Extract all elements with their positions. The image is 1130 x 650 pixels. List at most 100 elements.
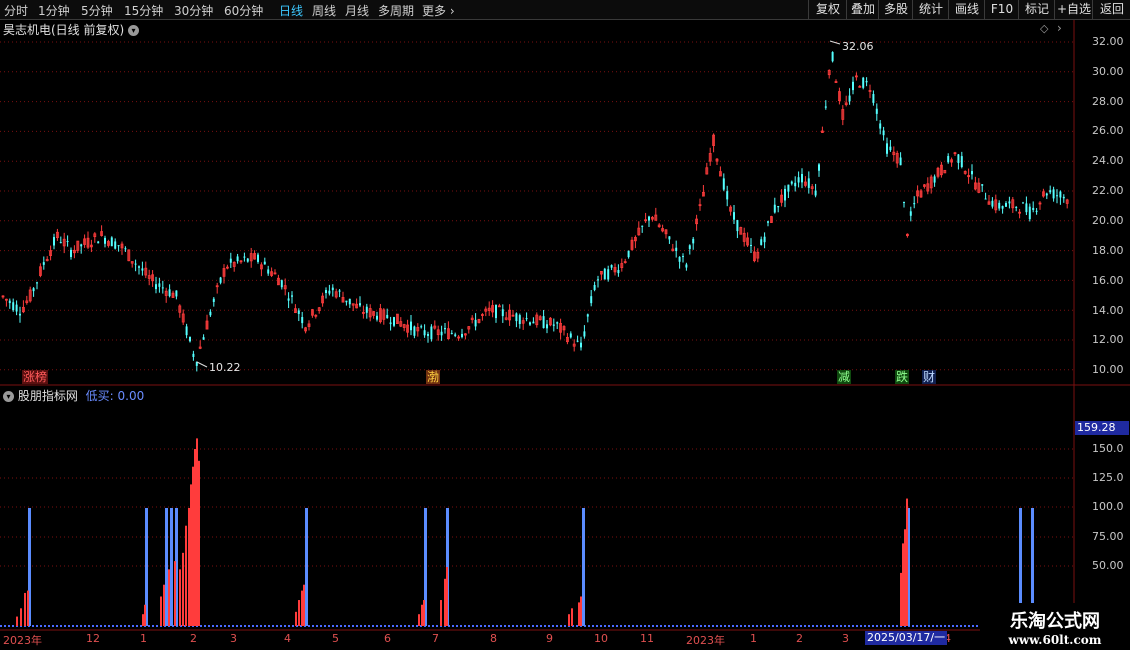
y-tick: 100.0	[1092, 500, 1124, 513]
candle-body-down	[389, 322, 392, 325]
candle-body-down	[189, 336, 191, 342]
chevron-down-icon[interactable]: ▾	[3, 391, 14, 402]
candle-body-down	[750, 244, 752, 246]
candle-body-down	[1028, 206, 1031, 220]
candle-body-down	[1045, 193, 1048, 196]
indicator-red-bar	[198, 460, 200, 626]
x-tick: 2	[190, 632, 197, 645]
y-tick: 22.00	[1092, 184, 1124, 197]
candle-body-down	[627, 250, 630, 258]
indicator-red-bar	[568, 614, 570, 626]
candle-body-down	[291, 295, 293, 297]
candle-body-down	[763, 236, 766, 243]
indicator-red-bar	[192, 466, 194, 626]
candle-body-down	[376, 315, 378, 320]
candle-body-down	[603, 268, 606, 280]
candle-body-down	[957, 154, 960, 163]
y-tick: 32.00	[1092, 35, 1124, 48]
chart-canvas: 32.06 10.22	[0, 20, 1130, 631]
candle-body-down	[158, 283, 161, 287]
candle-body-down	[338, 290, 341, 292]
candle-body-down	[1056, 195, 1058, 197]
y-tick: 26.00	[1092, 124, 1124, 137]
candle-body-down	[685, 264, 688, 268]
candle-body-down	[297, 310, 300, 314]
candle-body-down	[117, 245, 120, 247]
candle-body-down	[267, 269, 270, 274]
candle-body-down	[110, 237, 113, 247]
candle-body-down	[971, 171, 973, 175]
candle-body-down	[736, 220, 739, 232]
candle-body-down	[576, 340, 579, 342]
candle-body-down	[882, 130, 885, 136]
candle-body-down	[32, 288, 35, 292]
candle-body-down	[525, 318, 528, 320]
candle-body-down	[1052, 189, 1055, 199]
candle-body-down	[124, 248, 127, 250]
y-tick: 30.00	[1092, 65, 1124, 78]
candle-body-down	[301, 317, 304, 324]
candle-body-down	[580, 342, 582, 348]
event-tag-finance[interactable]: 财	[922, 370, 937, 384]
x-tick: 2023年	[3, 634, 42, 647]
x-tick: 8	[490, 632, 497, 645]
x-tick: 1	[750, 632, 757, 645]
indicator-value-label: 低买: 0.00	[85, 389, 145, 403]
indicator-red-bar	[185, 525, 187, 626]
candle-body-down	[848, 95, 851, 102]
candle-body-down	[794, 182, 797, 187]
candle-body-down	[597, 279, 599, 281]
indicator-red-bar	[163, 584, 165, 626]
signal-bar	[170, 508, 173, 626]
event-tag-reduce[interactable]: 减	[837, 370, 852, 384]
x-tick: 10	[594, 632, 608, 645]
x-tick: 9	[546, 632, 553, 645]
candle-body-down	[114, 241, 117, 249]
candle-body-down	[909, 211, 912, 216]
candle-body-down	[899, 157, 902, 166]
candle-body-down	[1025, 203, 1028, 213]
indicator-red-bar	[904, 529, 906, 626]
candle-body-down	[784, 188, 786, 201]
candle-body-down	[607, 269, 610, 280]
candle-body-down	[692, 238, 695, 244]
x-tick: 4	[284, 632, 291, 645]
watermark-url: www.60lt.com	[1008, 633, 1102, 647]
indicator-header: ▾ 股朋指标网 低买: 0.00	[3, 387, 144, 404]
candle-body-down	[760, 239, 763, 245]
candle-body-down	[155, 284, 157, 290]
indicator-name: 股朋指标网	[17, 389, 78, 403]
candle-body-down	[19, 313, 21, 316]
candle-body-down	[807, 178, 810, 188]
candle-body-down	[583, 331, 586, 337]
event-tag-bo[interactable]: 渤	[426, 370, 441, 384]
candle-body-down	[641, 225, 644, 227]
candle-body-down	[569, 333, 572, 338]
candle-body-down	[168, 289, 171, 297]
candle-body-down	[831, 52, 834, 62]
x-tick: 1	[140, 632, 147, 645]
candle-body-down	[202, 337, 205, 340]
x-tick: 11	[640, 632, 654, 645]
candle-body-down	[913, 203, 916, 205]
low-label: 10.22	[209, 361, 241, 374]
indicator-red-bar	[182, 552, 184, 626]
candle-body-down	[1049, 190, 1052, 193]
candle-body-down	[787, 184, 790, 192]
candle-body-down	[420, 326, 423, 328]
event-tag-fall[interactable]: 跌	[895, 370, 910, 384]
candle-body-down	[229, 258, 232, 263]
candle-body-down	[590, 296, 593, 304]
candle-body-down	[36, 282, 38, 284]
candle-body-down	[287, 298, 290, 301]
candle-body-down	[1032, 207, 1035, 210]
indicator-red-bar	[190, 484, 192, 626]
candle-body-down	[733, 212, 735, 220]
candle-body-down	[454, 334, 457, 336]
event-tag-rank[interactable]: 涨榜	[22, 370, 49, 384]
candle-body-down	[236, 256, 239, 262]
y-tick: 150.0	[1092, 442, 1124, 455]
candle-body-down	[682, 256, 684, 258]
candle-body-down	[797, 177, 800, 183]
candle-body-down	[947, 156, 950, 163]
